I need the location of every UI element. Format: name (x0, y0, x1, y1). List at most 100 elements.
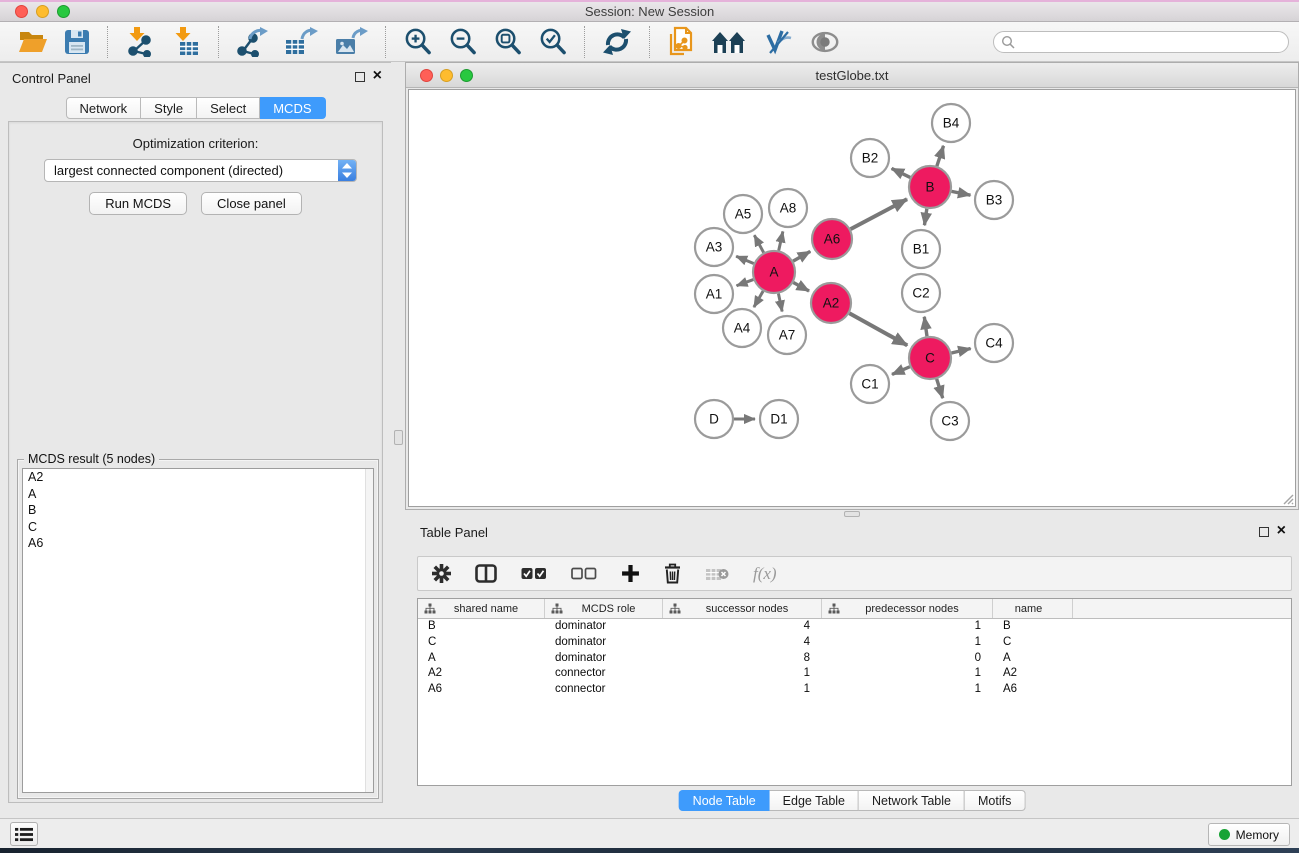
mcds-result-list[interactable]: A2ABCA6 (22, 468, 374, 793)
column-header-shared-name[interactable]: shared name (418, 599, 545, 618)
network-graph[interactable]: B4B2BB3A5A8A6B1A3AC2A1A2A4A7C4CC1DD1C3 (409, 90, 1297, 509)
close-panel-icon[interactable]: × (373, 67, 382, 85)
mcds-result-item[interactable]: A (23, 486, 373, 503)
memory-button[interactable]: Memory (1208, 823, 1290, 846)
graph-edge-B-B3[interactable] (952, 191, 971, 195)
column-header-predecessor-nodes[interactable]: predecessor nodes (822, 599, 993, 618)
graph-node-A1[interactable]: A1 (695, 275, 733, 313)
graph-node-D1[interactable]: D1 (760, 400, 798, 438)
graph-edge-C-C4[interactable] (951, 348, 970, 353)
mcds-result-item[interactable]: A2 (23, 469, 373, 486)
mcds-result-item[interactable]: B (23, 502, 373, 519)
graph-node-B4[interactable]: B4 (932, 104, 970, 142)
table-tab-network-table[interactable]: Network Table (859, 790, 965, 811)
graph-node-D[interactable]: D (695, 400, 733, 438)
table-row[interactable]: Cdominator41C (418, 635, 1291, 651)
graph-edge-C-C2[interactable] (924, 317, 927, 336)
open-session-icon[interactable] (12, 25, 54, 59)
graph-edge-B-B4[interactable] (937, 146, 944, 166)
graph-node-B1[interactable]: B1 (902, 230, 940, 268)
hide-graphics-details-icon[interactable] (757, 25, 799, 59)
graph-edge-A-A5[interactable] (754, 235, 763, 252)
tab-select[interactable]: Select (197, 97, 260, 119)
optimization-criterion-dropdown[interactable]: largest connected component (directed) (44, 159, 357, 182)
export-image-icon[interactable] (328, 25, 374, 59)
graph-node-B3[interactable]: B3 (975, 181, 1013, 219)
column-header-name[interactable]: name (993, 599, 1073, 618)
graph-edge-A-A7[interactable] (778, 294, 782, 312)
graph-edge-A-A2[interactable] (793, 283, 809, 292)
graph-node-A2[interactable]: A2 (811, 283, 851, 323)
tab-network[interactable]: Network (65, 97, 141, 119)
zoom-selected-icon[interactable] (532, 25, 573, 59)
zoom-out-icon[interactable] (442, 25, 483, 59)
graph-edge-A-A8[interactable] (779, 231, 783, 250)
table-tab-motifs[interactable]: Motifs (965, 790, 1025, 811)
result-list-scrollbar[interactable] (365, 469, 373, 792)
graph-node-C[interactable]: C (909, 337, 951, 379)
graph-node-A7[interactable]: A7 (768, 316, 806, 354)
import-table-icon[interactable] (165, 25, 207, 59)
graph-node-C3[interactable]: C3 (931, 402, 969, 440)
graph-edge-A-A6[interactable] (793, 251, 810, 261)
graph-node-A6[interactable]: A6 (812, 219, 852, 259)
graph-edge-C-C3[interactable] (937, 379, 943, 398)
graph-edge-B-B1[interactable] (924, 209, 926, 225)
save-session-icon[interactable] (58, 25, 96, 59)
table-settings-gear-icon[interactable] (432, 564, 451, 583)
run-mcds-button[interactable]: Run MCDS (89, 192, 187, 215)
column-header-successor-nodes[interactable]: successor nodes (663, 599, 822, 618)
horizontal-splitter-handle[interactable] (844, 511, 860, 517)
graph-node-C4[interactable]: C4 (975, 324, 1013, 362)
select-all-columns-icon[interactable] (521, 567, 547, 580)
graph-node-A5[interactable]: A5 (724, 195, 762, 233)
table-row[interactable]: A2connector11A2 (418, 666, 1291, 682)
delete-column-trash-icon[interactable] (664, 563, 681, 584)
show-columns-icon[interactable] (475, 564, 497, 583)
unselect-all-columns-icon[interactable] (571, 567, 597, 580)
resize-grip-icon[interactable] (1281, 492, 1294, 505)
table-row[interactable]: Adominator80A (418, 651, 1291, 667)
function-builder-icon[interactable]: f(x) (753, 564, 777, 584)
graph-node-C1[interactable]: C1 (851, 365, 889, 403)
tab-style[interactable]: Style (141, 97, 197, 119)
create-column-plus-icon[interactable] (621, 564, 640, 583)
zoom-in-icon[interactable] (397, 25, 438, 59)
graph-edge-B-B2[interactable] (892, 168, 911, 177)
network-canvas[interactable]: B4B2BB3A5A8A6B1A3AC2A1A2A4A7C4CC1DD1C3 (408, 89, 1296, 507)
float-panel-icon[interactable] (355, 72, 365, 82)
search-input[interactable] (993, 31, 1289, 53)
graph-edge-C-C1[interactable] (892, 367, 910, 375)
mcds-result-item[interactable]: A6 (23, 535, 373, 552)
table-close-panel-icon[interactable]: × (1277, 522, 1286, 540)
zoom-fit-icon[interactable] (487, 25, 528, 59)
network-from-file-icon[interactable] (661, 25, 701, 59)
graph-node-C2[interactable]: C2 (902, 274, 940, 312)
graph-edge-A6-B[interactable] (851, 199, 907, 229)
network-window-titlebar[interactable]: testGlobe.txt (406, 63, 1298, 88)
table-float-panel-icon[interactable] (1259, 527, 1269, 537)
graph-node-A4[interactable]: A4 (723, 309, 761, 347)
export-table-icon[interactable] (278, 25, 324, 59)
bird-eye-view-icon[interactable] (803, 25, 847, 59)
table-tab-node-table[interactable]: Node Table (679, 790, 770, 811)
tab-mcds[interactable]: MCDS (260, 97, 325, 119)
graph-node-A[interactable]: A (753, 251, 795, 293)
table-row[interactable]: Bdominator41B (418, 619, 1291, 635)
show-panels-list-button[interactable] (10, 822, 38, 846)
graph-edge-A-A3[interactable] (736, 256, 754, 263)
export-network-icon[interactable] (230, 25, 274, 59)
mcds-result-item[interactable]: C (23, 519, 373, 536)
graph-node-A8[interactable]: A8 (769, 189, 807, 227)
graph-node-B[interactable]: B (909, 166, 951, 208)
graph-edge-A-A1[interactable] (737, 280, 754, 286)
import-network-icon[interactable] (119, 25, 161, 59)
graph-edge-A2-C[interactable] (849, 313, 907, 345)
apply-layout-refresh-icon[interactable] (596, 25, 638, 59)
close-panel-button[interactable]: Close panel (201, 192, 302, 215)
table-tab-edge-table[interactable]: Edge Table (770, 790, 859, 811)
home-icon[interactable] (705, 25, 753, 59)
graph-node-B2[interactable]: B2 (851, 139, 889, 177)
column-header-MCDS-role[interactable]: MCDS role (545, 599, 663, 618)
table-row[interactable]: A6connector11A6 (418, 682, 1291, 698)
